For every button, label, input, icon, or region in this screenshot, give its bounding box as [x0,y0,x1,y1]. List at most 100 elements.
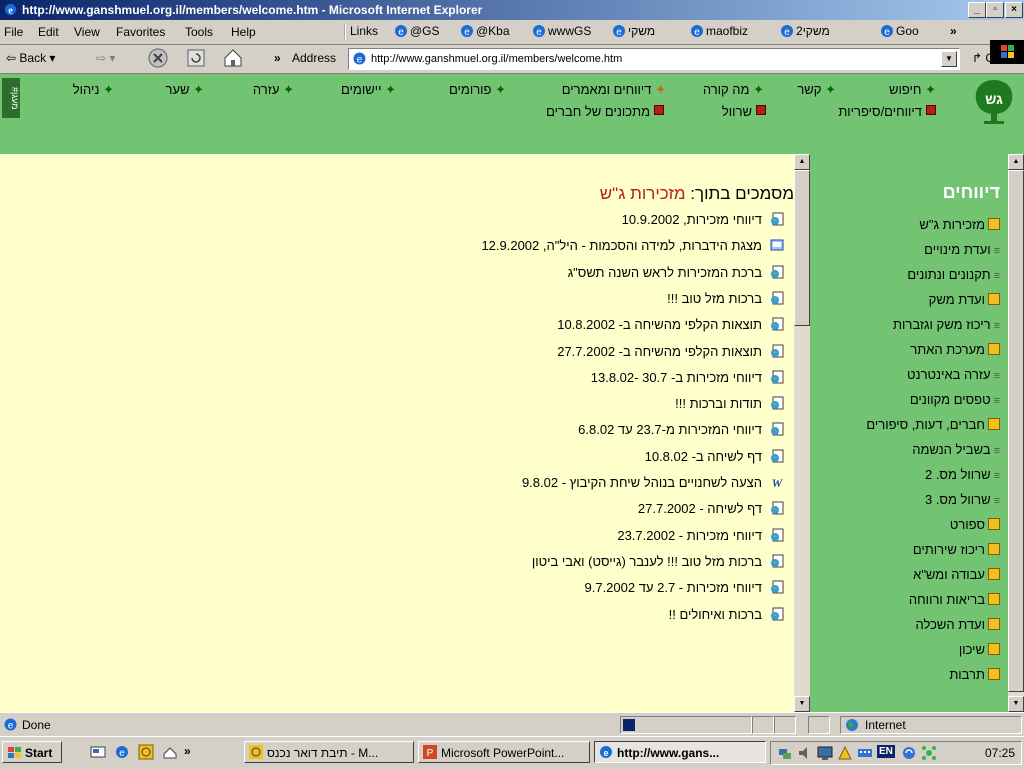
hash-tab[interactable]: #מעגן [2,78,20,118]
nav-apps[interactable]: ✦ יישומים [341,82,396,98]
outlook-quicklaunch-icon[interactable] [138,744,154,760]
nav-reports-libraries[interactable]: דיווחים/סיפריות [838,104,936,119]
minimize-button[interactable]: _ [968,2,986,18]
home-icon[interactable] [222,47,244,69]
main-scroll-thumb[interactable] [794,170,810,326]
scheduler-icon[interactable] [837,745,853,761]
main-scrollbar[interactable]: ▲ ▼ [794,154,810,712]
volume-icon[interactable] [797,745,813,761]
sidebar-item[interactable]: ≡ריכוז משק וגזברות [893,317,1000,332]
nav-gate[interactable]: ✦ שער [165,82,204,98]
sync-icon[interactable] [901,745,917,761]
menu-tools[interactable]: Tools [185,25,213,39]
document-link[interactable]: דיווחי המזכירות מ-23.7 עד 6.8.02 [578,422,784,437]
ie-quicklaunch-icon[interactable]: e [114,744,130,760]
nav-forums[interactable]: ✦ פורומים [449,82,506,98]
nav-sharvul[interactable]: שרוול [722,104,766,119]
document-link[interactable]: דיווחי מזכירות ב- 30.7 -13.8.02 [591,370,784,385]
sidebar-item[interactable]: ריכוז שירותים [913,542,1000,557]
nav-help[interactable]: ✦ עזרה [253,82,294,98]
maximize-button[interactable]: ▫ [986,2,1004,18]
sidebar-item[interactable]: ≡שרוול מס. 3 [925,492,1000,507]
document-link[interactable]: ברכת המזכירות לראש השנה תשס"ג [568,265,784,280]
stop-icon[interactable] [148,48,168,68]
document-link[interactable]: דיווחי מזכירות, 10.9.2002 [622,212,784,227]
nav-reports[interactable]: ✦ דיווחים ומאמרים [562,82,666,98]
sidebar-scrollbar[interactable]: ▲ ▼ [1008,154,1024,712]
sidebar-item[interactable]: בריאות ורווחה [909,592,1000,607]
link-maofbiz[interactable]: e maofbiz [690,24,748,38]
sidebar-item[interactable]: מזכירות ג"ש [919,217,1000,232]
link-kba[interactable]: e @Kba [460,24,510,38]
sidebar-item[interactable]: ≡עזרה באינטרנט [907,367,1000,382]
menu-edit[interactable]: Edit [38,25,59,39]
document-link[interactable]: דף לשיחה - 27.7.2002 [638,501,784,516]
address-field[interactable]: e http://www.ganshmuel.org.il/members/we… [348,48,960,70]
quicklaunch-more-button[interactable]: » [184,744,191,758]
document-link[interactable]: תוצאות הקלפי מהשיחה ב- 10.8.2002 [557,317,784,332]
document-link[interactable]: W הצעה לשחנויים בנוהל שיחת הקיבוץ - 9.8.0… [522,475,784,490]
document-link[interactable]: דף לשיחה ב- 10.8.02 [645,449,784,464]
outlook-express-icon[interactable] [162,744,178,760]
menu-view[interactable]: View [74,25,100,39]
sidebar-item[interactable]: תרבות [949,667,1000,682]
nav-search[interactable]: ✦ חיפוש [889,82,936,98]
sidebar-item[interactable]: ועדת משק [929,292,1000,307]
sidebar-item[interactable]: ≡שרוול מס. 2 [925,467,1000,482]
document-link[interactable]: דיווחי מזכירות - 2.7 עד 9.7.2002 [585,580,785,595]
menu-help[interactable]: Help [231,25,256,39]
address-dropdown-button[interactable]: ▼ [941,51,957,67]
start-button[interactable]: Start [2,741,62,763]
refresh-icon[interactable] [186,48,206,68]
forward-button[interactable]: ⇨ ▾ [96,51,115,65]
scroll-up-arrow-icon[interactable]: ▲ [794,154,810,170]
task-outlook-inbox[interactable]: תיבת דואר נכנס - M... [244,741,414,763]
document-link[interactable]: מצגת הידברות, למידה והסכמות - היל"ה, 12.… [481,238,784,253]
task-browser[interactable]: e http://www.gans... [594,741,766,763]
toolbar-more-button[interactable]: » [274,51,281,65]
network-icon[interactable] [777,745,793,761]
show-desktop-icon[interactable] [90,744,106,760]
link-wwwgs[interactable]: e wwwGS [532,24,591,38]
language-indicator[interactable]: EN [877,745,895,758]
monitor-icon[interactable] [817,745,833,761]
sidebar-item[interactable]: חברים, דעות, סיפורים [866,417,1000,432]
sidebar-item[interactable]: ≡בשביל הנשמה [912,442,1000,457]
sidebar-item[interactable]: עבודה ומש"א [913,567,1000,582]
sidebar-item[interactable]: ≡ועדת מינויים [924,242,1000,257]
site-logo[interactable]: גש [972,78,1016,126]
go-button[interactable]: ↱ Go [972,51,1001,65]
link-meshek2[interactable]: e 2משקי [780,24,830,38]
nav-recipes[interactable]: מתכונים של חברים [546,104,664,119]
document-link[interactable]: דיווחי מזכירות - 23.7.2002 [617,528,784,543]
menu-file[interactable]: File [4,25,23,39]
back-button[interactable]: ⇦ Back ▾ [6,51,55,65]
sidebar-scroll-thumb[interactable] [1008,170,1024,692]
sidebar-item[interactable]: ועדת השכלה [915,617,1000,632]
menu-favorites[interactable]: Favorites [116,25,165,39]
nav-admin[interactable]: ✦ ניהול [73,82,114,98]
link-meshek[interactable]: e משקי [612,24,655,38]
scroll-down-arrow-icon[interactable]: ▼ [794,696,810,712]
sidebar-item[interactable]: ספורט [950,517,1000,532]
task-powerpoint[interactable]: P Microsoft PowerPoint... [418,741,590,763]
link-gs[interactable]: e @GS [394,24,440,38]
antivirus-icon[interactable] [921,745,937,761]
close-button[interactable]: × [1005,2,1023,18]
document-link[interactable]: ברכות מזל טוב !!! לענבר (גייסט) ואבי ביט… [532,554,784,569]
sidebar-item[interactable]: ≡טפסים מקוונים [910,392,1000,407]
sidebar-item[interactable]: שיכון [959,642,1000,657]
links-more-button[interactable]: » [950,24,957,38]
document-link[interactable]: ברכות מזל טוב !!! [667,291,784,306]
sidebar-item[interactable]: מערכת האתר [910,342,1000,357]
scroll-down-arrow-icon[interactable]: ▼ [1008,696,1024,712]
document-link[interactable]: תוצאות הקלפי מהשיחה ב- 27.7.2002 [557,344,784,359]
document-link[interactable]: ברכות ואיחולים !! [669,607,784,622]
document-link[interactable]: תודות וברכות !!! [675,396,784,411]
link-goo[interactable]: e Goo [880,24,919,38]
nav-contact[interactable]: ✦ קשר [797,82,836,98]
keyboard-icon[interactable] [857,745,873,761]
nav-whats-new[interactable]: ✦ מה קורה [703,82,764,98]
sidebar-item[interactable]: ≡תקנונים ונתונים [907,267,1000,282]
scroll-up-arrow-icon[interactable]: ▲ [1008,154,1024,170]
